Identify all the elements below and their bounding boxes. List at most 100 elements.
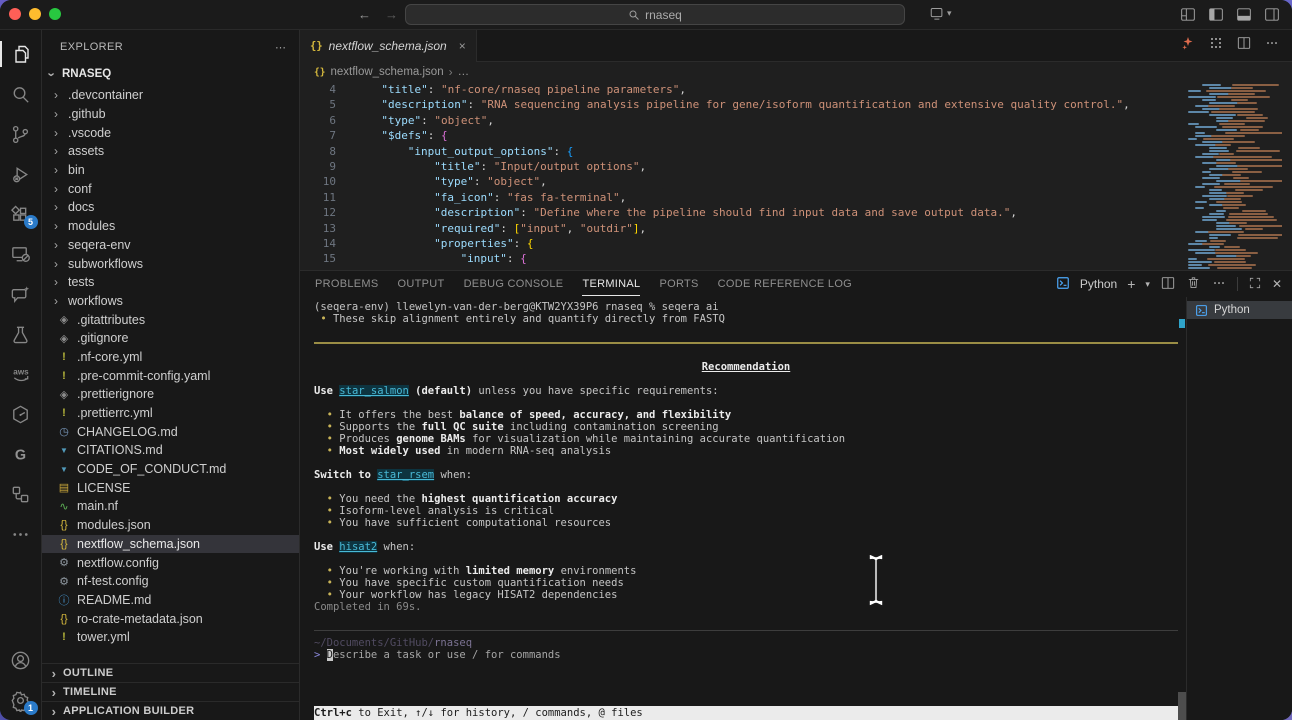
panel-tab-ports[interactable]: PORTS	[659, 278, 698, 290]
tree-item--prettierignore[interactable]: ◈.prettierignore	[42, 385, 299, 404]
activity-source-control-icon[interactable]	[0, 114, 42, 154]
activity-testing-icon[interactable]	[0, 314, 42, 354]
terminal-scrollbar[interactable]	[1178, 297, 1186, 720]
history-back-icon[interactable]: ←	[358, 7, 371, 22]
activity-run-debug-icon[interactable]	[0, 154, 42, 194]
toggle-sidebar-icon[interactable]	[1208, 7, 1224, 22]
tree-item-code-of-conduct-md[interactable]: ▼CODE_OF_CONDUCT.md	[42, 460, 299, 479]
line-number: 13	[300, 221, 336, 236]
tree-item-nf-test-config[interactable]: ⚙nf-test.config	[42, 572, 299, 591]
terminal-dropdown-icon[interactable]: ▾	[1145, 279, 1150, 290]
info-file-icon: ⓘ	[56, 592, 72, 608]
activity-package-icon[interactable]	[0, 394, 42, 434]
zoom-window-button[interactable]	[49, 8, 61, 20]
tree-item-subworkflows[interactable]: ›subworkflows	[42, 254, 299, 273]
sidebar-section-timeline[interactable]: ›TIMELINE	[42, 682, 299, 701]
sidebar-section-application-builder[interactable]: ›APPLICATION BUILDER	[42, 701, 299, 720]
tree-item-nextflow-config[interactable]: ⚙nextflow.config	[42, 553, 299, 572]
terminal-list-item-python[interactable]: Python	[1187, 301, 1292, 319]
tree-item-modules-json[interactable]: {}modules.json	[42, 516, 299, 535]
file-label: README.md	[77, 593, 151, 607]
explorer-sidebar: EXPLORER ⋯ › RNASEQ ›.devcontainer›.gith…	[42, 30, 300, 720]
tree-item-assets[interactable]: ›assets	[42, 142, 299, 161]
close-tab-icon[interactable]: ×	[459, 39, 466, 53]
activity-remote-explorer-icon[interactable]	[0, 234, 42, 274]
tree-item-changelog-md[interactable]: ◷CHANGELOG.md	[42, 422, 299, 441]
history-forward-icon[interactable]: →	[385, 7, 398, 22]
tree-item--vscode[interactable]: ›.vscode	[42, 123, 299, 142]
tree-item-modules[interactable]: ›modules	[42, 217, 299, 236]
tree-item-docs[interactable]: ›docs	[42, 198, 299, 217]
tree-item-bin[interactable]: ›bin	[42, 161, 299, 180]
file-label: main.nf	[77, 499, 118, 513]
minimize-window-button[interactable]	[29, 8, 41, 20]
panel-tab-output[interactable]: OUTPUT	[398, 278, 445, 290]
tree-item-nextflow-schema-json[interactable]: {}nextflow_schema.json	[42, 535, 299, 554]
panel-tab-debug-console[interactable]: DEBUG CONSOLE	[464, 278, 564, 290]
tree-item--prettierrc-yml[interactable]: !.prettierrc.yml	[42, 404, 299, 423]
toggle-secondary-sidebar-icon[interactable]	[1264, 7, 1280, 22]
panel-tab-code-reference-log[interactable]: CODE REFERENCE LOG	[718, 278, 852, 290]
tree-item--devcontainer[interactable]: ›.devcontainer	[42, 86, 299, 105]
minimap[interactable]	[1184, 84, 1282, 270]
tree-item-main-nf[interactable]: ∿main.nf	[42, 497, 299, 516]
terminal-line: ~/Documents/GitHub/rnaseq	[314, 637, 1178, 649]
breadcrumb[interactable]: {} nextflow_schema.json › …	[300, 62, 1292, 82]
folder-label: seqera-env	[68, 238, 131, 252]
tree-item--gitattributes[interactable]: ◈.gitattributes	[42, 310, 299, 329]
sidebar-section-outline[interactable]: ›OUTLINE	[42, 663, 299, 682]
tree-item--gitignore[interactable]: ◈.gitignore	[42, 329, 299, 348]
activity-chat-icon[interactable]	[0, 274, 42, 314]
file-label: .prettierrc.yml	[77, 406, 153, 420]
activity-explorer-icon[interactable]	[0, 34, 42, 74]
file-label: tower.yml	[77, 630, 130, 644]
activity-gitlens-icon[interactable]: G	[0, 434, 42, 474]
tree-item-conf[interactable]: ›conf	[42, 179, 299, 198]
code-line-13: 13"required": ["input", "outdir"],	[300, 221, 1292, 236]
tree-item--nf-core-yml[interactable]: !.nf-core.yml	[42, 348, 299, 367]
sparkle-dots-icon[interactable]	[1208, 35, 1224, 56]
close-window-button[interactable]	[9, 8, 21, 20]
tree-item-license[interactable]: ▤LICENSE	[42, 478, 299, 497]
panel-tab-problems[interactable]: PROBLEMS	[315, 278, 379, 290]
tree-item-seqera-env[interactable]: ›seqera-env	[42, 236, 299, 255]
close-panel-icon[interactable]: ✕	[1272, 277, 1282, 291]
flame-icon[interactable]	[1180, 35, 1196, 56]
customize-layout-icon[interactable]	[1180, 7, 1196, 22]
panel-tab-terminal[interactable]: TERMINAL	[582, 278, 640, 290]
tree-item-tower-yml[interactable]: !tower.yml	[42, 628, 299, 647]
explorer-section-rnaseq[interactable]: › RNASEQ	[42, 64, 299, 84]
activity-extensions-icon[interactable]: 5	[0, 194, 42, 234]
more-actions-icon[interactable]	[1264, 35, 1280, 56]
python-terminal-icon[interactable]	[1056, 276, 1070, 293]
scrollbar-thumb[interactable]	[1178, 692, 1186, 720]
activity-accounts-icon[interactable]	[0, 640, 42, 680]
tree-item-tests[interactable]: ›tests	[42, 273, 299, 292]
tree-item-citations-md[interactable]: ▼CITATIONS.md	[42, 441, 299, 460]
activity-search-icon[interactable]	[0, 74, 42, 114]
tree-item-readme-md[interactable]: ⓘ README.md	[42, 591, 299, 610]
maximize-panel-icon[interactable]	[1248, 276, 1262, 293]
tree-item--pre-commit-config-yaml[interactable]: !.pre-commit-config.yaml	[42, 366, 299, 385]
more-actions-icon[interactable]	[1211, 275, 1227, 294]
split-editor-icon[interactable]	[1236, 35, 1252, 56]
screencast-toggle[interactable]: ▾	[930, 7, 952, 20]
tree-item--github[interactable]: ›.github	[42, 105, 299, 124]
activity-more-icon[interactable]	[0, 514, 42, 554]
code-line-9: 9"title": "Input/output options",	[300, 159, 1292, 174]
tree-item-workflows[interactable]: ›workflows	[42, 292, 299, 311]
kill-terminal-icon[interactable]	[1186, 275, 1201, 293]
command-center-search[interactable]: rnaseq	[405, 4, 905, 25]
terminal[interactable]: (seqera-env) llewelyn-van-der-berg@KTW2Y…	[300, 297, 1178, 720]
activity-settings-icon[interactable]: 1	[0, 680, 42, 720]
toggle-panel-icon[interactable]	[1236, 7, 1252, 22]
explorer-more-actions[interactable]: ⋯	[275, 41, 287, 54]
tab-nextflow-schema[interactable]: {} nextflow_schema.json ×	[300, 30, 477, 62]
code-editor[interactable]: 4"title": "nf-core/rnaseq pipeline param…	[300, 82, 1292, 270]
git-file-icon: ◈	[56, 388, 72, 401]
activity-aws-icon[interactable]: aws	[0, 354, 42, 394]
new-terminal-icon[interactable]: +	[1127, 276, 1135, 292]
split-terminal-icon[interactable]	[1160, 275, 1176, 294]
activity-organization-icon[interactable]	[0, 474, 42, 514]
tree-item-ro-crate-metadata-json[interactable]: {}ro-crate-metadata.json	[42, 609, 299, 628]
